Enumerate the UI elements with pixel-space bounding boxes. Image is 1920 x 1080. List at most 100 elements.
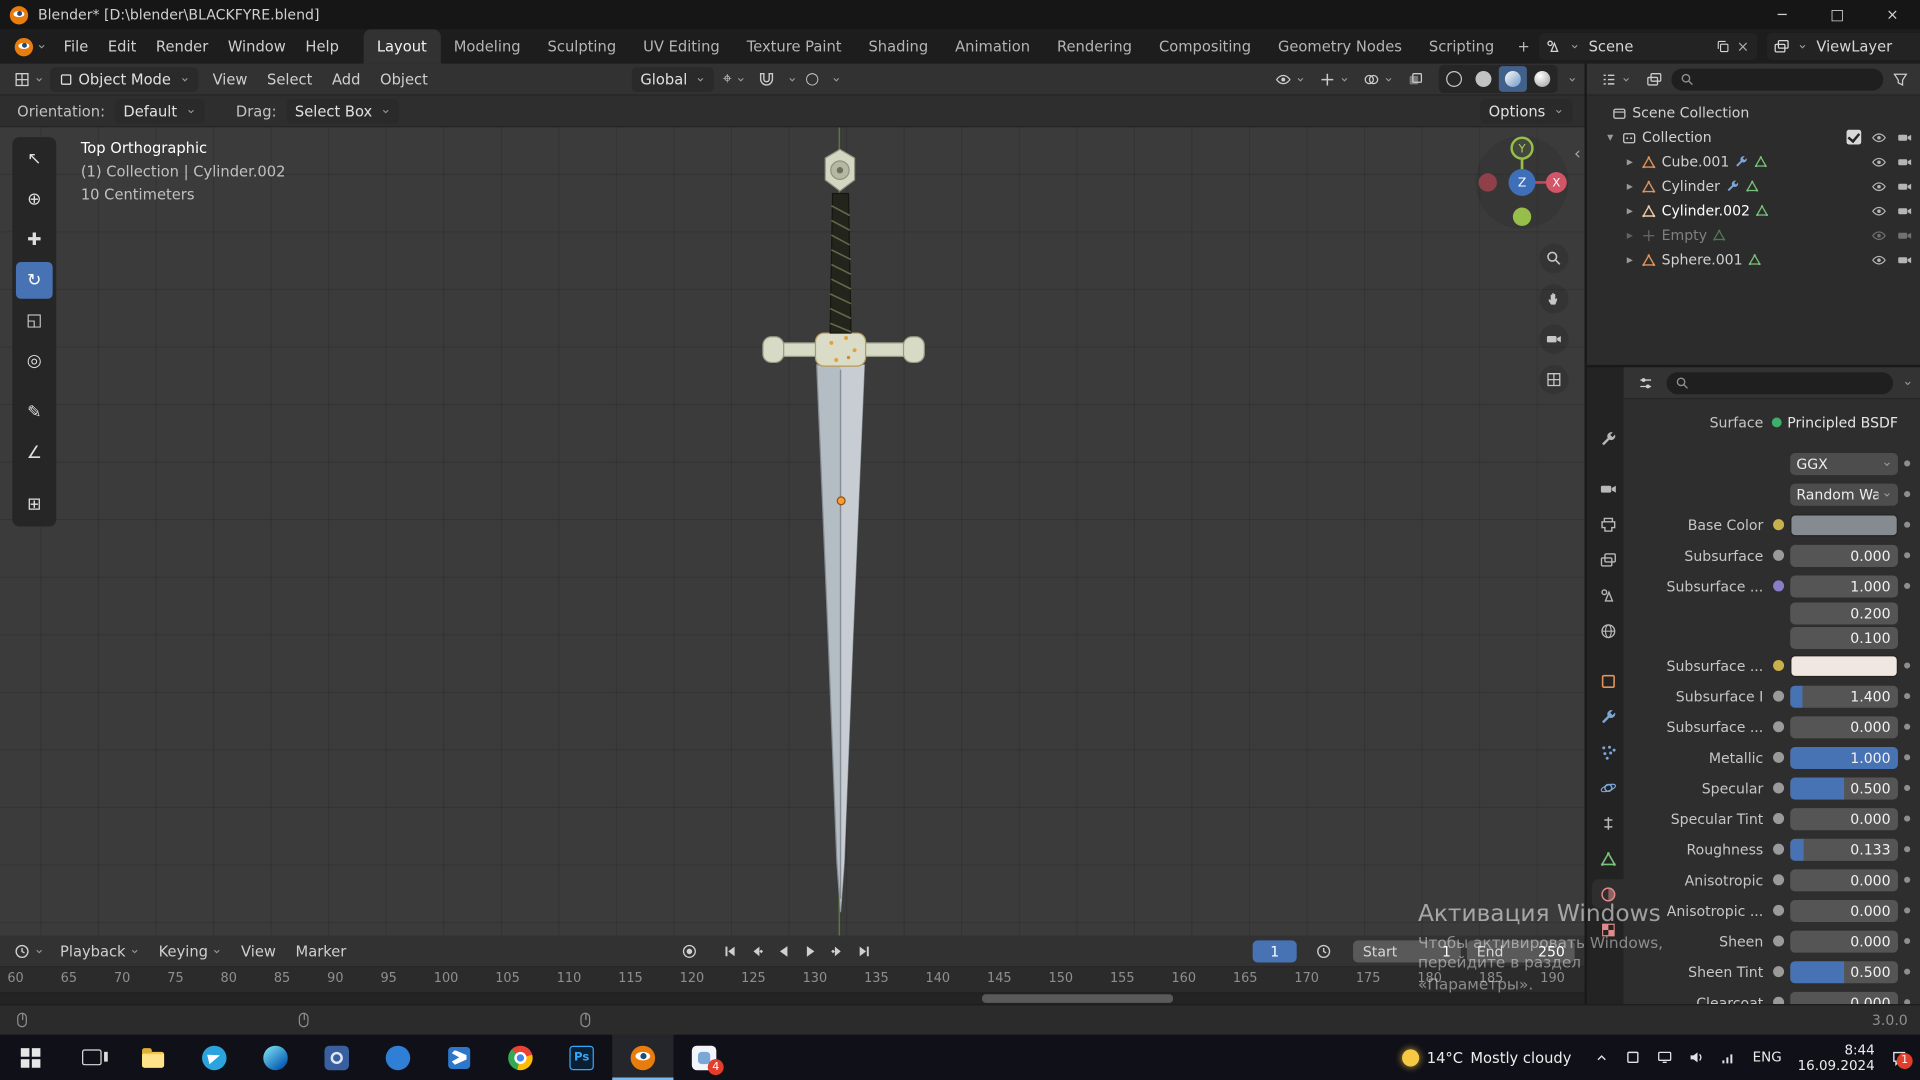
shader-name[interactable]: Principled BSDF (1771, 411, 1898, 433)
filter-button[interactable] (1888, 70, 1912, 87)
workspace-tab[interactable]: Geometry Nodes (1265, 29, 1416, 63)
node-socket-dot[interactable] (1773, 660, 1785, 672)
disable-render-icon[interactable] (1897, 203, 1913, 219)
proportional-falloff-chevron[interactable] (831, 74, 841, 84)
node-socket-dot[interactable] (1773, 813, 1785, 825)
workspace-tab[interactable]: Modeling (440, 29, 534, 63)
properties-tab[interactable] (1592, 424, 1624, 453)
snap-toggle-button[interactable] (754, 70, 778, 87)
value-slider[interactable]: 1.000 (1790, 574, 1898, 597)
tool-button[interactable]: ✎ (16, 394, 53, 431)
play-button[interactable] (797, 939, 823, 963)
taskbar-app-button[interactable] (184, 1035, 245, 1080)
tool-button[interactable]: ⊕ (16, 181, 53, 218)
sword-blade[interactable] (816, 364, 866, 913)
scene-selector[interactable]: Scene × (1539, 33, 1758, 61)
enum-dropdown[interactable]: GGX (1790, 452, 1898, 475)
node-socket-dot[interactable] (1773, 782, 1785, 794)
node-socket-dot[interactable] (1773, 690, 1785, 702)
tool-button[interactable]: ◎ (16, 343, 53, 380)
close-button[interactable]: × (1865, 0, 1920, 29)
axis-x-neg-ball[interactable] (1478, 173, 1497, 192)
object-name[interactable]: Cylinder.002 (1662, 202, 1750, 219)
taskbar-app-button[interactable] (429, 1035, 490, 1080)
node-socket-dot[interactable] (1773, 632, 1784, 643)
taskbar-app-button[interactable] (367, 1035, 428, 1080)
enum-dropdown[interactable]: Random Walk (1790, 483, 1898, 506)
node-socket-dot[interactable] (1773, 843, 1785, 855)
clock-widget[interactable]: 8:44 16.09.2024 (1798, 1041, 1875, 1073)
workspace-tab[interactable]: UV Editing (630, 29, 734, 63)
action-center-button[interactable]: 1 (1891, 1049, 1913, 1069)
value-slider[interactable]: 0.100 (1790, 626, 1898, 649)
jump-end-button[interactable] (851, 939, 877, 963)
taskbar-app-button[interactable]: Ps (551, 1035, 612, 1080)
axis-y-neg-ball[interactable] (1512, 207, 1532, 226)
node-socket-dot[interactable] (1773, 580, 1785, 592)
value-slider[interactable]: 0.000 (1790, 544, 1898, 567)
tool-button[interactable]: ∠ (16, 435, 53, 472)
expand-arrow[interactable]: ▸ (1624, 228, 1636, 241)
properties-tab[interactable] (1592, 474, 1624, 503)
tool-button[interactable]: ↻ (15, 262, 53, 299)
show-gizmo-button[interactable] (1315, 70, 1353, 87)
outliner-row[interactable]: ▾ Collection (1587, 125, 1920, 149)
display-mode-button[interactable] (1642, 70, 1666, 87)
outliner-editor-button[interactable] (1594, 70, 1637, 87)
value-slider[interactable]: 0.200 (1790, 602, 1898, 625)
sword-grip[interactable] (829, 192, 852, 334)
current-frame-field[interactable]: 1 (1252, 939, 1297, 962)
drag-dropdown[interactable]: Select Box (286, 98, 400, 124)
hide-viewport-icon[interactable] (1871, 252, 1887, 268)
sidebar-collapse-arrow[interactable]: ‹ (1574, 144, 1581, 164)
decorator-dot[interactable] (1898, 724, 1915, 730)
menu-item[interactable]: Render (146, 38, 218, 55)
properties-tab[interactable] (1592, 844, 1624, 873)
workspace-tab[interactable]: Rendering (1043, 29, 1145, 63)
object-name[interactable]: Collection (1642, 129, 1712, 146)
taskbar-app-button[interactable] (0, 1035, 61, 1080)
workspace-tab[interactable]: Sculpting (534, 29, 630, 63)
expand-arrow[interactable]: ▾ (1604, 130, 1616, 143)
timeline-editor-button[interactable] (7, 942, 50, 959)
outliner-row[interactable]: ▸ Cylinder.002 (1587, 198, 1920, 222)
tray-display-button[interactable] (1657, 1049, 1673, 1065)
tool-button[interactable]: ⊞ (16, 486, 53, 523)
decorator-dot[interactable] (1898, 552, 1915, 558)
decorator-dot[interactable] (1898, 583, 1915, 589)
node-socket-dot[interactable] (1773, 996, 1785, 1005)
outliner-row[interactable]: ▸ Empty (1587, 223, 1920, 247)
pivot-point-button[interactable]: ⌖ (719, 71, 749, 87)
node-socket-dot[interactable] (1773, 874, 1785, 886)
tray-volume-button[interactable] (1689, 1049, 1705, 1065)
properties-tab[interactable] (1592, 702, 1624, 731)
node-socket-dot[interactable] (1773, 458, 1784, 469)
frame-end-field[interactable]: End 250 (1466, 939, 1575, 962)
tool-button[interactable]: ◱ (16, 302, 53, 339)
object-name[interactable]: Cube.001 (1662, 153, 1730, 170)
decorator-dot[interactable] (1898, 662, 1915, 668)
menu-item[interactable]: Help (296, 38, 349, 55)
properties-tab[interactable] (1592, 545, 1624, 574)
value-slider[interactable]: 0.500 (1790, 960, 1898, 983)
expand-arrow[interactable]: ▸ (1624, 179, 1636, 192)
viewport-menu-item[interactable]: Object (370, 70, 437, 87)
object-name[interactable]: Empty (1662, 227, 1707, 244)
disable-render-icon[interactable] (1897, 227, 1913, 243)
prev-keyframe-button[interactable] (743, 939, 769, 963)
sword-crossguard[interactable] (762, 332, 925, 367)
tool-button[interactable]: ✚ (16, 222, 53, 259)
value-slider[interactable]: 0.133 (1790, 838, 1898, 861)
viewport-menu-item[interactable]: Select (257, 70, 322, 87)
disable-render-icon[interactable] (1897, 129, 1913, 145)
pan-button[interactable] (1539, 284, 1569, 314)
node-socket-dot[interactable] (1773, 519, 1785, 531)
sword-model[interactable] (0, 127, 1584, 936)
expand-arrow[interactable]: ▸ (1624, 253, 1636, 266)
value-slider[interactable]: 1.400 (1790, 685, 1898, 708)
properties-tab[interactable] (1591, 879, 1624, 909)
value-slider[interactable]: 0.500 (1790, 776, 1898, 799)
value-slider[interactable]: 0.000 (1790, 899, 1898, 922)
decorator-dot[interactable] (1898, 491, 1915, 497)
blender-menu-button[interactable] (7, 37, 54, 56)
